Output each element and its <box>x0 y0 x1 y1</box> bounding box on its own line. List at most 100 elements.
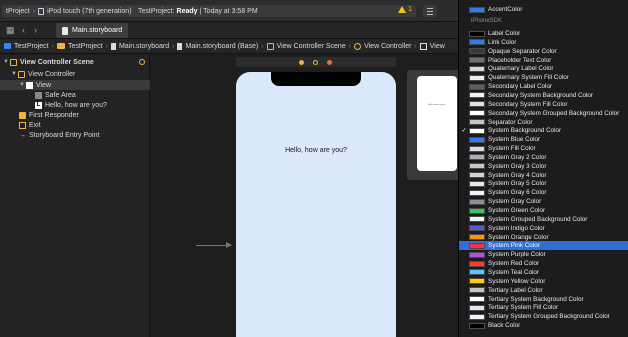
entry-point-arrow[interactable] <box>196 242 232 248</box>
outline-item-view-controller[interactable]: ▼ View Controller <box>0 69 150 79</box>
color-menu-item[interactable]: System Green Color <box>459 206 628 215</box>
menu-item-label: Tertiary System Background Color <box>488 295 584 303</box>
forward-arrow-icon[interactable]: › <box>34 25 37 35</box>
color-menu-item[interactable]: System Purple Color <box>459 250 628 259</box>
color-menu-item[interactable]: Black Color <box>459 321 628 330</box>
first-responder-icon[interactable] <box>313 60 318 65</box>
editor-options-button[interactable] <box>423 5 437 17</box>
tab-main-storyboard[interactable]: Main.storyboard <box>56 23 128 38</box>
breadcrumb-folder[interactable]: TestProject › <box>56 43 108 50</box>
outline-item-view[interactable]: ▼ View <box>0 80 150 90</box>
hello-label[interactable]: Hello, how are you? <box>236 147 396 154</box>
breadcrumb-view-controller[interactable]: View Controller › <box>354 42 417 50</box>
color-swatch <box>469 163 485 170</box>
status-project-label: TestProject: <box>138 7 175 15</box>
color-menu-item[interactable]: System Gray 4 Color <box>459 171 628 180</box>
menu-item-label: System Gray 2 Color <box>488 153 547 161</box>
disclosure-triangle-icon[interactable]: ▼ <box>11 71 18 77</box>
disclosure-triangle-icon[interactable]: ▼ <box>19 82 26 88</box>
color-menu-item[interactable]: System Pink Color <box>459 241 628 251</box>
grid-icon[interactable]: ▦ <box>6 25 15 36</box>
color-swatch <box>469 207 485 214</box>
color-menu-item[interactable]: System Gray 5 Color <box>459 179 628 188</box>
menu-item-label: Link Color <box>488 38 517 46</box>
checkmark-icon: ✓ <box>461 128 467 135</box>
color-menu-item[interactable]: Tertiary Label Color <box>459 286 628 295</box>
color-menu-item[interactable]: Secondary Label Color <box>459 82 628 91</box>
color-swatch <box>469 198 485 205</box>
outline-item-first-responder[interactable]: First Responder <box>0 110 150 120</box>
color-menu-item[interactable]: Placeholder Text Color <box>459 56 628 65</box>
color-menu-item[interactable]: Secondary System Fill Color <box>459 100 628 109</box>
color-menu-item[interactable]: Quaternary System Fill Color <box>459 73 628 82</box>
outline-label: View Controller <box>28 70 76 78</box>
color-menu-item[interactable]: System Gray 3 Color <box>459 162 628 171</box>
outline-label: Hello, how are you? <box>45 101 107 109</box>
outline-label: Safe Area <box>45 91 76 99</box>
color-menu-item[interactable]: System Fill Color <box>459 144 628 153</box>
color-menu-item[interactable]: Tertiary System Background Color <box>459 295 628 304</box>
outline-label: Storyboard Entry Point <box>29 131 100 139</box>
color-menu-item[interactable]: Secondary System Grouped Background Colo… <box>459 109 628 118</box>
storyboard-canvas[interactable]: Hello, how are you? Hello, how are you? <box>151 55 467 337</box>
color-menu-item[interactable]: Opaque Separator Color <box>459 47 628 56</box>
outline-item-label[interactable]: L Hello, how are you? <box>0 100 150 110</box>
menu-item-label: System Gray Color <box>488 198 542 206</box>
color-swatch <box>469 304 485 311</box>
color-menu-item[interactable]: System Gray Color <box>459 197 628 206</box>
scheme-project-label: tProject <box>6 7 30 15</box>
color-menu-item[interactable]: Secondary System Background Color <box>459 91 628 100</box>
color-menu-item[interactable]: System Orange Color <box>459 233 628 242</box>
color-swatch <box>469 154 485 161</box>
outline-item-safe-area[interactable]: Safe Area <box>0 90 150 100</box>
menu-item-label: System Green Color <box>488 207 546 214</box>
menu-item-label: Tertiary System Grouped Background Color <box>488 313 610 321</box>
menu-item-label: Quaternary Label Color <box>488 65 554 73</box>
color-menu-item[interactable]: System Teal Color <box>459 268 628 277</box>
color-swatch <box>469 269 485 276</box>
color-menu-item[interactable]: System Indigo Color <box>459 224 628 233</box>
warning-indicator[interactable]: 1 <box>398 6 412 13</box>
menu-item-label: System Gray 6 Color <box>488 189 547 197</box>
color-menu-item[interactable]: System Red Color <box>459 259 628 268</box>
outline-item-exit[interactable]: Exit <box>0 120 150 130</box>
color-menu-item[interactable]: Tertiary System Grouped Background Color <box>459 312 628 321</box>
color-menu-item[interactable]: System Blue Color <box>459 135 628 144</box>
outline-label: First Responder <box>29 111 79 119</box>
breadcrumb-project[interactable]: TestProject › <box>4 43 54 50</box>
color-swatch <box>469 251 485 258</box>
breadcrumb-view[interactable]: View <box>419 42 445 50</box>
status-state-label: Ready <box>176 7 198 15</box>
color-menu-item[interactable]: System Gray 6 Color <box>459 188 628 197</box>
breadcrumb-storyboard-base[interactable]: Main.storyboard (Base) › <box>177 42 264 50</box>
color-swatch <box>469 136 485 143</box>
activity-status-bar: TestProject: Ready | Today at 3:58 PM 1 <box>132 5 416 17</box>
exit-icon[interactable] <box>327 60 332 65</box>
menu-line-icon <box>427 8 433 9</box>
scheme-selector[interactable]: tProject › iPod touch (7th generation) <box>2 5 136 17</box>
view-controller-icon[interactable] <box>299 60 304 65</box>
outline-item-entry-point[interactable]: → Storyboard Entry Point <box>0 130 150 140</box>
color-menu-item[interactable]: ✓ System Background Color <box>459 126 628 135</box>
mini-hello-label: Hello, how are you? <box>428 104 446 106</box>
color-swatch <box>469 127 485 134</box>
color-menu-item[interactable]: Label Color <box>459 29 628 38</box>
menu-item-accent-color[interactable]: AccentColor <box>459 5 628 14</box>
menu-item-label: System Fill Color <box>488 145 536 153</box>
color-menu-item[interactable]: System Yellow Color <box>459 277 628 286</box>
device-frame[interactable]: Hello, how are you? <box>236 72 396 337</box>
breadcrumb-scene[interactable]: View Controller Scene › <box>266 42 351 50</box>
color-swatch <box>469 242 485 249</box>
warning-icon <box>398 6 407 13</box>
color-menu-item[interactable]: System Grouped Background Color <box>459 215 628 224</box>
color-menu-item[interactable]: System Gray 2 Color <box>459 153 628 162</box>
disclosure-triangle-icon[interactable]: ▼ <box>3 59 10 65</box>
color-menu-item[interactable]: Link Color <box>459 38 628 47</box>
outline-item-scene[interactable]: ▼ View Controller Scene <box>0 57 150 67</box>
color-menu-item[interactable]: Separator Color <box>459 118 628 127</box>
breadcrumb-storyboard[interactable]: Main.storyboard › <box>110 42 174 50</box>
tab-label: Main.storyboard <box>72 27 123 34</box>
back-arrow-icon[interactable]: ‹ <box>22 25 25 35</box>
color-menu-item[interactable]: Tertiary System Fill Color <box>459 303 628 312</box>
color-menu-item[interactable]: Quaternary Label Color <box>459 64 628 73</box>
